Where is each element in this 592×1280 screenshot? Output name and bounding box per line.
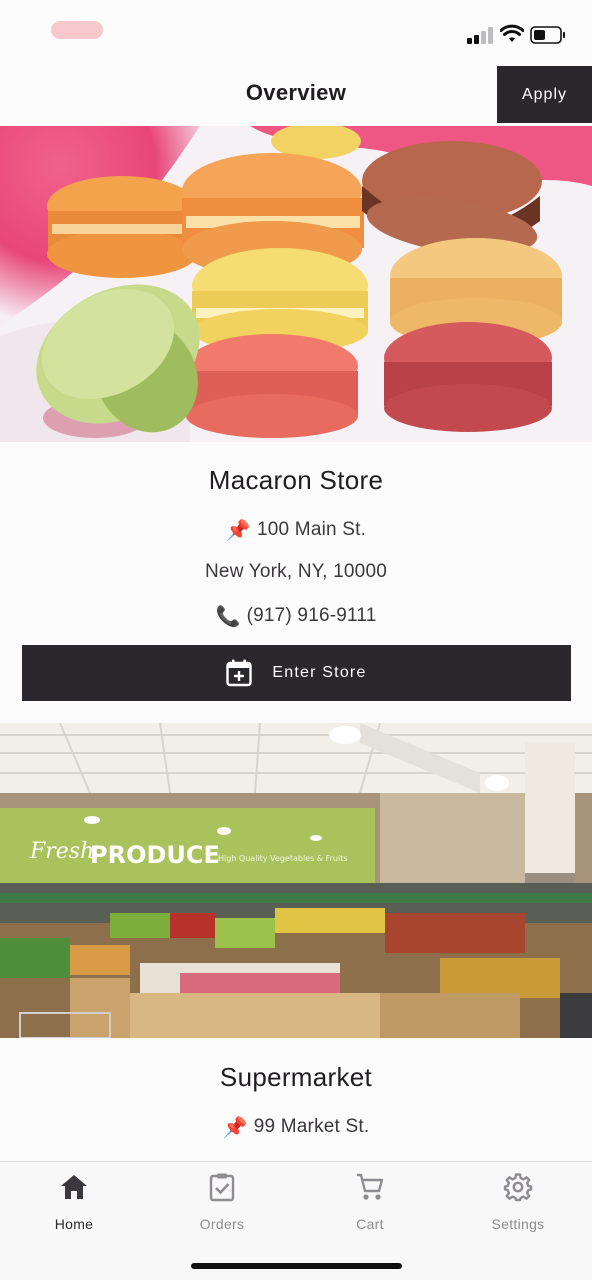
home-icon (61, 1175, 87, 1199)
tab-orders[interactable]: Orders (167, 1172, 277, 1232)
apply-button[interactable]: Apply (497, 66, 592, 123)
produce-sign-title: PRODUCE (90, 841, 220, 869)
pushpin-icon: 📌 (222, 1117, 248, 1139)
recording-indicator (51, 21, 103, 39)
store-phone: 📞 (917) 916-9111 (0, 604, 592, 629)
cellular-signal-icon (467, 26, 495, 44)
gear-icon (503, 1173, 533, 1202)
tab-label: Home (54, 1216, 94, 1232)
wifi-icon (500, 24, 524, 42)
status-bar (0, 0, 592, 60)
macaron-store-image (0, 126, 592, 442)
store-address: 📌 99 Market St. (0, 1115, 592, 1140)
enter-store-button[interactable]: Enter Store (22, 645, 571, 701)
tab-label: Cart (356, 1216, 384, 1232)
store-name: Macaron Store (208, 465, 384, 495)
address-text: 99 Market St. (253, 1116, 370, 1137)
address-text: 100 Main St. (257, 519, 367, 540)
phone-text: (917) 916-9111 (246, 605, 377, 626)
top-app-bar: Overview Apply (0, 60, 592, 126)
phone-icon: 📞 (215, 606, 241, 628)
supermarket-image: Fresh PRODUCE High Quality Vegetables & … (0, 723, 592, 1038)
clipboard-check-icon (209, 1173, 235, 1202)
tab-home[interactable]: Home (19, 1172, 129, 1232)
store-address: 📌 100 Main St. (0, 518, 592, 543)
produce-sign-tagline: High Quality Vegetables & Fruits (218, 854, 348, 863)
home-indicator (191, 1263, 402, 1269)
store-city: New York, NY, 10000 (205, 561, 387, 582)
tab-label: Settings (491, 1216, 545, 1232)
store-name: Supermarket (219, 1062, 373, 1092)
tab-settings[interactable]: Settings (463, 1172, 573, 1232)
calendar-add-icon (226, 659, 253, 687)
pushpin-icon: 📌 (225, 520, 252, 542)
enter-store-label: Enter Store (272, 664, 367, 681)
tab-label: Orders (199, 1216, 245, 1232)
produce-sign-fresh: Fresh (29, 839, 94, 864)
battery-icon (530, 26, 565, 44)
tab-cart[interactable]: Cart (315, 1172, 425, 1232)
cart-icon (357, 1173, 384, 1200)
